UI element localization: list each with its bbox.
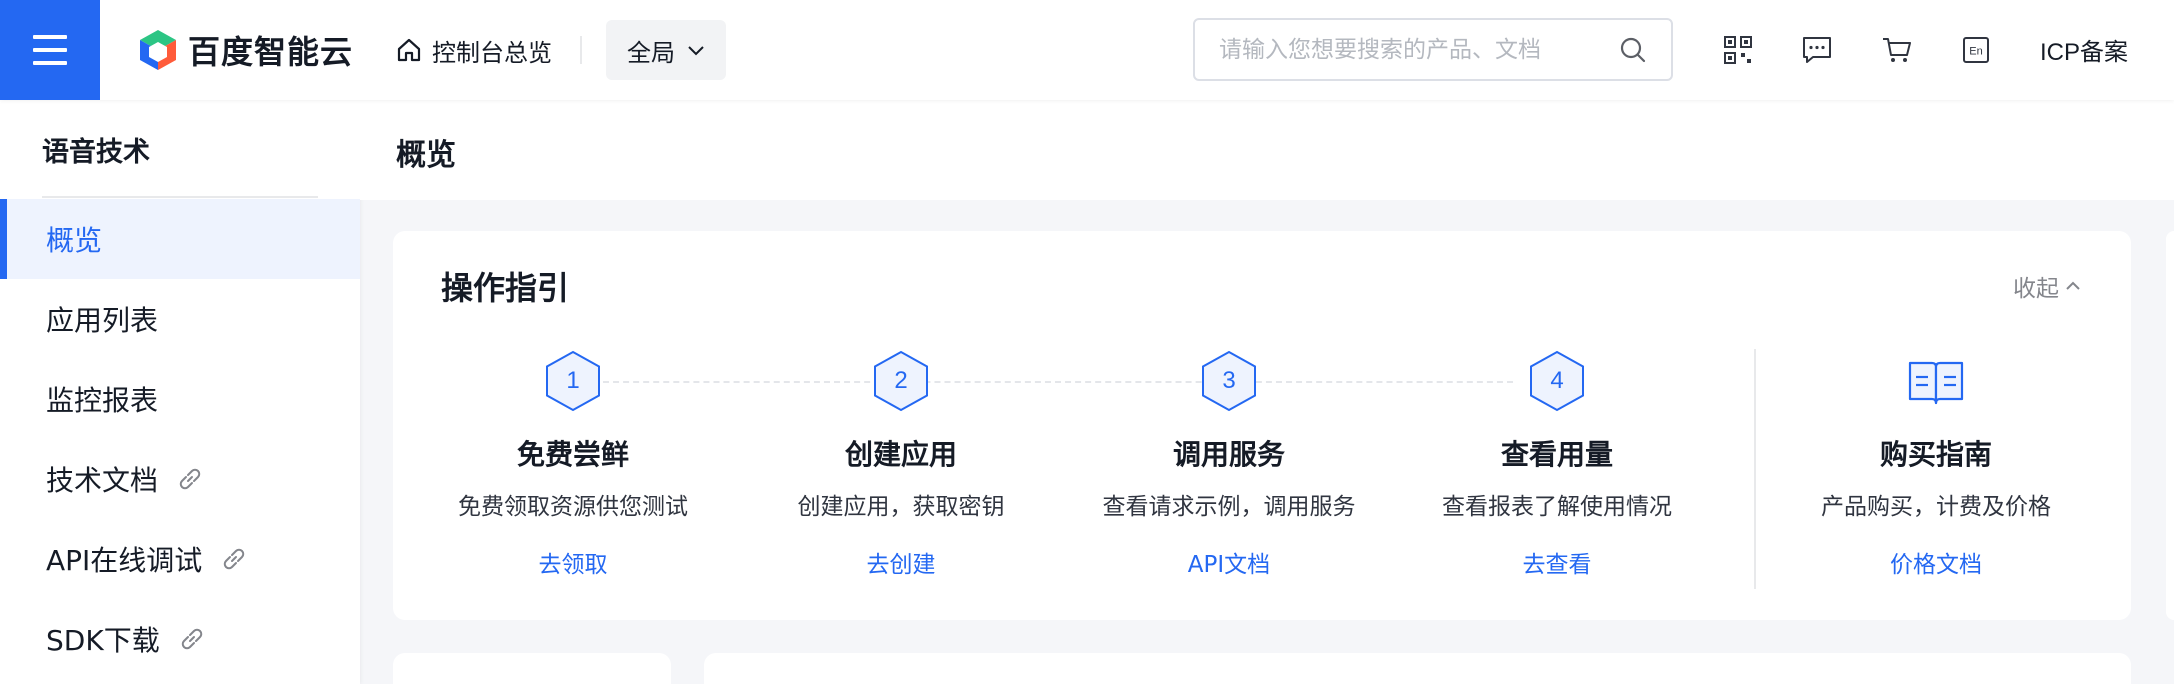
step-number: 1	[566, 367, 580, 394]
console-home-link[interactable]: 控制台总览	[396, 30, 552, 70]
collapse-label: 收起	[2013, 276, 2059, 302]
create-app-link[interactable]: 去创建	[867, 545, 936, 579]
chevron-up-icon	[2066, 281, 2080, 290]
operation-guide-card: 操作指引 收起 1 免费尝鲜 免费领取资源供您测试 去领取 2 创建应用 创建应…	[393, 231, 2131, 620]
claim-free-link[interactable]: 去领取	[539, 545, 608, 579]
sidebar-item-api-debug[interactable]: API在线调试	[0, 519, 360, 599]
sidebar-item-monitoring-report[interactable]: 监控报表	[0, 359, 360, 439]
top-bar: 百度智能云 控制台总览 全局 请输入您想要搜索的产品、文档 En ICP备案	[0, 0, 2174, 100]
hamburger-menu-button[interactable]	[0, 0, 100, 100]
menu-icon-bar	[33, 48, 67, 52]
external-link-icon	[181, 628, 202, 650]
pricing-docs-link[interactable]: 价格文档	[1890, 545, 1982, 579]
header-divider	[580, 36, 582, 64]
console-home-label: 控制台总览	[432, 38, 552, 67]
guide-step: 2 创建应用 创建应用，获取密钥 去创建	[736, 349, 1066, 579]
step-number-badge: 2	[871, 349, 931, 413]
step-number: 2	[894, 367, 908, 394]
side-panel-edge	[2166, 231, 2174, 620]
step-title: 调用服务	[1172, 438, 1285, 471]
guide-divider	[1754, 349, 1756, 589]
sidebar-item-label: API在线调试	[46, 544, 203, 577]
step-number-badge: 4	[1527, 349, 1587, 413]
language-en-icon[interactable]: En	[1958, 32, 1994, 68]
view-usage-link[interactable]: 去查看	[1523, 545, 1592, 579]
sidebar-item-overview[interactable]: 概览	[0, 199, 360, 279]
menu-icon-bar	[33, 61, 67, 65]
step-number: 4	[1550, 367, 1564, 394]
step-description: 查看请求示例，调用服务	[1102, 494, 1356, 520]
search-icon[interactable]	[1619, 36, 1647, 64]
step-description: 创建应用，获取密钥	[797, 494, 1005, 520]
lower-card-right	[704, 653, 2131, 684]
cart-icon[interactable]	[1879, 32, 1915, 68]
icp-filing-link[interactable]: ICP备案	[2040, 32, 2128, 67]
brand-logo[interactable]: 百度智能云	[138, 27, 353, 73]
region-label: 全局	[627, 38, 675, 67]
chevron-down-icon	[688, 46, 704, 56]
brand-name: 百度智能云	[188, 33, 354, 71]
guide-title: 操作指引	[441, 269, 570, 307]
page-header: 概览	[360, 100, 2174, 200]
sidebar-item-app-list[interactable]: 应用列表	[0, 279, 360, 359]
purchase-guide: 购买指南 产品购买，计费及价格 价格文档	[1771, 349, 2101, 579]
step-title: 创建应用	[844, 438, 957, 471]
sidebar-title: 语音技术	[42, 137, 150, 168]
guide-step: 3 调用服务 查看请求示例，调用服务 API文档	[1064, 349, 1394, 579]
step-number-badge: 3	[1199, 349, 1259, 413]
collapse-button[interactable]: 收起	[2013, 269, 2081, 303]
region-selector[interactable]: 全局	[606, 20, 726, 80]
message-icon[interactable]	[1799, 32, 1835, 68]
sidebar-item-sdk-download[interactable]: SDK下载	[0, 599, 360, 679]
sidebar-item-label: 概览	[46, 224, 103, 257]
home-icon	[397, 38, 421, 62]
sidebar-item-tech-docs[interactable]: 技术文档	[0, 439, 360, 519]
sidebar-item-label: 应用列表	[46, 304, 159, 337]
purchase-title: 购买指南	[1879, 438, 1992, 471]
menu-icon-bar	[33, 35, 67, 39]
api-docs-link[interactable]: API文档	[1188, 545, 1270, 579]
sidebar-item-label: 技术文档	[46, 464, 159, 497]
purchase-description: 产品购买，计费及价格	[1821, 494, 2051, 520]
step-title: 免费尝鲜	[516, 438, 629, 471]
sidebar-item-label: SDK下载	[46, 624, 160, 657]
step-number-badge: 1	[543, 349, 603, 413]
qrcode-icon[interactable]	[1720, 32, 1756, 68]
sidebar: 语音技术 概览 应用列表 监控报表 技术文档 API在线调试 SDK下载	[0, 100, 360, 684]
lower-card-left	[393, 653, 671, 684]
search-box[interactable]	[1193, 18, 1673, 81]
external-link-icon	[179, 468, 201, 490]
baidu-cloud-logo-icon	[140, 30, 176, 70]
guide-step: 1 免费尝鲜 免费领取资源供您测试 去领取	[408, 349, 738, 579]
language-label: En	[1969, 46, 1982, 58]
search-input[interactable]	[1219, 36, 1619, 63]
step-description: 查看报表了解使用情况	[1442, 494, 1672, 520]
step-title: 查看用量	[1500, 438, 1613, 471]
sidebar-divider	[42, 196, 318, 198]
page-title: 概览	[396, 138, 456, 173]
book-icon	[1906, 349, 1966, 413]
sidebar-item-label: 监控报表	[46, 384, 159, 417]
step-description: 免费领取资源供您测试	[458, 494, 688, 520]
step-number: 3	[1222, 367, 1236, 394]
guide-step: 4 查看用量 查看报表了解使用情况 去查看	[1392, 349, 1722, 579]
external-link-icon	[224, 548, 245, 570]
